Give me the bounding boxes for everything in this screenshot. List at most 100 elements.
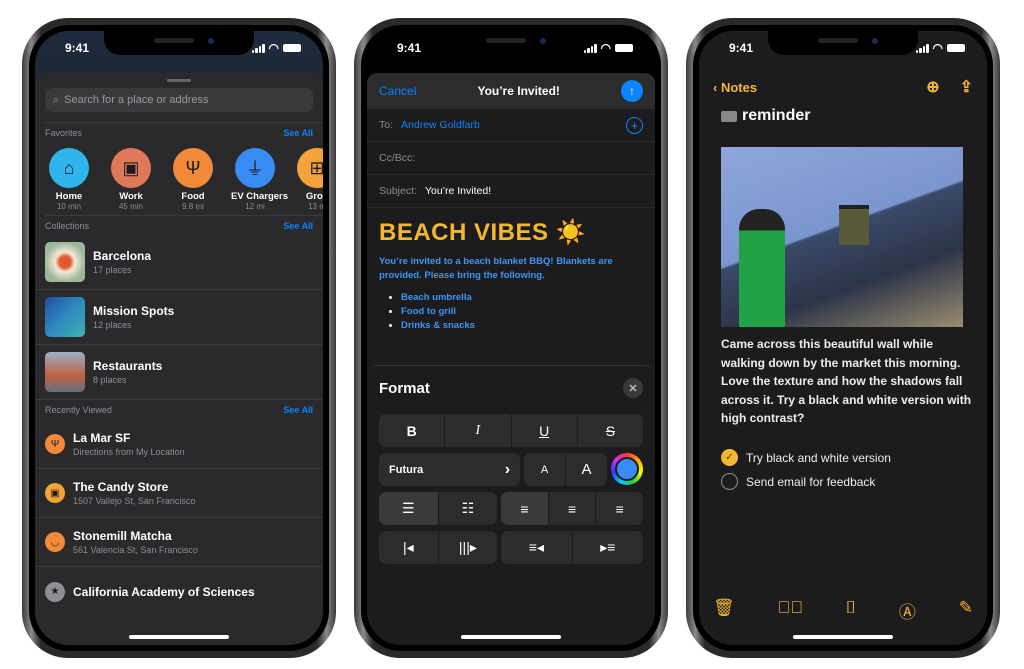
camera-icon[interactable]: ⌷ — [846, 598, 856, 623]
notch — [768, 31, 918, 55]
camera-emoji-icon — [721, 110, 737, 122]
indent-button[interactable]: ▸≡ — [573, 531, 643, 564]
align-right-button[interactable]: ≡ — [596, 492, 643, 525]
decrease-quote-button[interactable]: |◂ — [379, 531, 439, 564]
home-indicator[interactable] — [793, 635, 893, 639]
collection-item[interactable]: Restaurants 8 places — [35, 345, 323, 400]
trash-icon[interactable]: 🗑 — [713, 598, 735, 623]
format-panel: Format ✕ B I U S Futura › AA ☰ ☷ ≡ ≡ ≡ |◂ |||▸… — [367, 365, 655, 645]
notes-toolbar: 🗑 ✓⃝ ⌷ Ⓐ ✎ — [713, 598, 973, 623]
favorite-item[interactable]: ⌂ Home 10 min — [45, 148, 93, 211]
notch — [436, 31, 586, 55]
checklist-item[interactable]: ✓ Try black and white version — [721, 449, 891, 466]
phone-mail: 9:41 ◠ Cancel You’re Invited! ↑ To: Andre… — [354, 18, 668, 658]
numbered-list-icon: ☷ — [461, 500, 475, 516]
add-person-icon[interactable]: ⊕ — [926, 77, 939, 97]
cancel-button[interactable]: Cancel — [379, 84, 416, 98]
status-time: 9:41 — [729, 41, 754, 55]
checkbox-checked[interactable]: ✓ — [721, 449, 738, 466]
outdent-button[interactable]: ≡◂ — [501, 531, 573, 564]
close-format-button[interactable]: ✕ — [623, 378, 643, 398]
signal-icon — [915, 43, 929, 53]
share-icon[interactable]: ⇪ — [960, 77, 973, 97]
quote-decrease-icon: |◂ — [402, 539, 414, 555]
home-indicator[interactable] — [461, 635, 561, 639]
selected-color-swatch — [615, 457, 639, 481]
favorite-item[interactable]: ▣ Work 45 min — [107, 148, 155, 211]
strikethrough-button[interactable]: S — [578, 414, 643, 447]
recent-header: Recently Viewed — [45, 405, 112, 415]
list-item: Beach umbrella — [401, 291, 643, 305]
indent-icon: ▸≡ — [600, 539, 616, 555]
favorites-header: Favorites — [45, 127, 83, 138]
notch — [104, 31, 254, 55]
note-body[interactable]: Came across this beautiful wall while wa… — [721, 335, 973, 428]
signal-icon — [251, 43, 265, 53]
phone-maps: 9:41 ◠ ⌕ Search for a place or address Fa… — [22, 18, 336, 658]
back-button[interactable]: ‹ Notes — [713, 80, 757, 95]
align-center-icon: ≡ — [568, 500, 577, 517]
quote-increase-icon: |||▸ — [458, 539, 477, 555]
home-indicator[interactable] — [129, 635, 229, 639]
recent-see-all[interactable]: See All — [283, 405, 313, 415]
arrow-up-icon: ↑ — [629, 84, 635, 98]
cafe-icon: ◡ — [45, 532, 65, 552]
battery-icon — [283, 44, 301, 52]
increase-font-button[interactable]: A — [566, 453, 607, 486]
message-body[interactable]: BEACH VIBES ☀️ You’re invited to a beach… — [367, 208, 655, 343]
checkbox-unchecked[interactable] — [721, 473, 738, 490]
cc-bcc-field[interactable]: Cc/Bcc: — [367, 142, 655, 175]
bulleted-list-button[interactable]: ☰ — [379, 492, 439, 525]
recent-item[interactable]: ◡ Stonemill Matcha 561 Valencia St, San Fr… — [35, 518, 323, 567]
align-left-icon: ≡ — [520, 500, 529, 517]
compose-sheet: Cancel You’re Invited! ↑ To: Andrew Goldf… — [367, 73, 655, 645]
markup-icon[interactable]: Ⓐ — [899, 598, 916, 623]
chevron-right-icon: › — [504, 460, 511, 478]
status-time: 9:41 — [65, 41, 90, 55]
recent-item[interactable]: ★ California Academy of Sciences — [35, 567, 323, 616]
bold-button[interactable]: B — [379, 414, 446, 447]
collection-thumbnail — [45, 297, 85, 337]
compose-title: You’re Invited! — [477, 84, 560, 98]
message-headline: BEACH VIBES ☀️ — [379, 219, 587, 246]
increase-quote-button[interactable]: |||▸ — [439, 531, 498, 564]
align-left-button[interactable]: ≡ — [501, 492, 549, 525]
collections-header: Collections — [45, 220, 90, 231]
wifi-icon: ◠ — [600, 41, 611, 55]
recipient[interactable]: Andrew Goldfarb — [401, 119, 480, 131]
font-picker[interactable]: Futura › — [379, 453, 521, 486]
align-center-button[interactable]: ≡ — [549, 492, 597, 525]
note-title: reminder — [721, 107, 810, 125]
decrease-font-button[interactable]: A — [524, 453, 567, 486]
maps-sheet: ⌕ Search for a place or address Favorites… — [35, 73, 323, 645]
search-input[interactable]: ⌕ Search for a place or address — [45, 88, 313, 112]
cart-icon: ⊞ — [297, 148, 323, 188]
send-button[interactable]: ↑ — [621, 80, 643, 102]
outdent-icon: ≡◂ — [528, 539, 544, 555]
favorite-item[interactable]: ⏚ EV Chargers 12 mi — [231, 148, 288, 211]
favorites-see-all[interactable]: See All — [283, 128, 313, 138]
collection-item[interactable]: Barcelona 17 places — [35, 235, 323, 290]
favorite-item[interactable]: Ψ Food 9.8 mi — [169, 148, 217, 211]
recent-item[interactable]: Ψ La Mar SF Directions from My Location — [35, 420, 323, 469]
color-picker[interactable] — [611, 453, 643, 485]
to-field[interactable]: To: Andrew Goldfarb + — [367, 109, 655, 142]
compose-icon[interactable]: ✎ — [959, 598, 973, 623]
bullet-list-icon: ☰ — [402, 500, 415, 516]
collection-item[interactable]: Mission Spots 12 places — [35, 290, 323, 345]
recent-item[interactable]: ▣ The Candy Store 1507 Vallejo St, San Fra… — [35, 469, 323, 518]
add-recipient-button[interactable]: + — [626, 116, 643, 134]
sheet-grabber[interactable] — [167, 79, 191, 82]
note-photo[interactable] — [721, 147, 963, 327]
signal-icon — [583, 43, 597, 53]
close-icon: ✕ — [628, 382, 638, 395]
collections-see-all[interactable]: See All — [283, 221, 313, 231]
favorite-item[interactable]: ⊞Groc13 m — [293, 148, 323, 211]
checklist-icon[interactable]: ✓⃝ — [777, 598, 803, 623]
checklist-item[interactable]: Send email for feedback — [721, 473, 875, 490]
chevron-left-icon: ‹ — [713, 79, 721, 95]
numbered-list-button[interactable]: ☷ — [439, 492, 498, 525]
italic-button[interactable]: I — [445, 414, 512, 447]
subject-field[interactable]: Subject: You’re Invited! — [367, 175, 655, 208]
underline-button[interactable]: U — [512, 414, 578, 447]
